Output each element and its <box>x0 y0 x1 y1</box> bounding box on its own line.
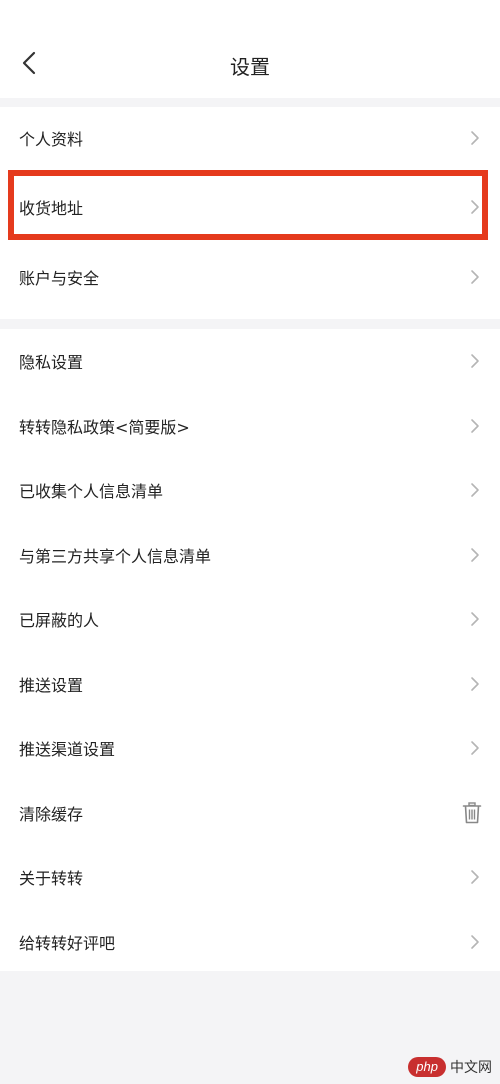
watermark-badge: php <box>408 1057 446 1077</box>
settings-item-label: 与第三方共享个人信息清单 <box>19 546 212 566</box>
chevron-right-icon <box>471 131 479 145</box>
chevron-right-icon <box>471 612 479 627</box>
settings-item-rate-app[interactable]: 给转转好评吧 <box>0 910 500 975</box>
settings-item-shipping-address[interactable]: 收货地址 <box>0 169 500 245</box>
settings-item-label: 关于转转 <box>19 869 84 889</box>
settings-item-profile[interactable]: 个人资料 <box>0 107 500 169</box>
settings-item-label: 已屏蔽的人 <box>19 611 100 631</box>
chevron-right-icon <box>471 418 479 433</box>
settings-item-privacy-policy[interactable]: 转转隐私政策<简要版> <box>0 394 500 459</box>
chevron-right-icon <box>471 870 479 885</box>
chevron-right-icon <box>471 676 479 691</box>
settings-group-account: 个人资料 收货地址 账户与安全 <box>0 107 500 319</box>
header-bar: 设置 <box>0 0 500 98</box>
settings-item-label: 给转转好评吧 <box>19 933 116 953</box>
settings-item-blocked-users[interactable]: 已屏蔽的人 <box>0 587 500 652</box>
settings-item-clear-cache[interactable]: 清除缓存 <box>0 781 500 846</box>
settings-item-privacy[interactable]: 隐私设置 <box>0 329 500 394</box>
settings-item-label: 清除缓存 <box>19 804 84 824</box>
settings-item-push[interactable]: 推送设置 <box>0 652 500 717</box>
settings-item-third-party-sharing[interactable]: 与第三方共享个人信息清单 <box>0 523 500 588</box>
settings-item-about[interactable]: 关于转转 <box>0 845 500 910</box>
chevron-right-icon <box>471 741 479 756</box>
settings-item-label: 个人资料 <box>19 130 84 149</box>
chevron-right-icon <box>471 547 479 562</box>
watermark: php 中文网 <box>408 1056 492 1078</box>
settings-item-label: 转转隐私政策<简要版> <box>19 417 190 437</box>
settings-item-label: 隐私设置 <box>19 353 84 373</box>
settings-item-label: 收货地址 <box>19 199 84 218</box>
chevron-right-icon <box>471 483 479 498</box>
settings-item-collected-info[interactable]: 已收集个人信息清单 <box>0 458 500 523</box>
settings-item-label: 已收集个人信息清单 <box>19 482 164 502</box>
settings-item-label: 推送设置 <box>19 675 84 695</box>
trash-icon[interactable] <box>462 802 482 824</box>
settings-item-label: 推送渠道设置 <box>19 740 116 760</box>
settings-group-general: 隐私设置 转转隐私政策<简要版> 已收集个人信息清单 与第三方共享个人信息清单 … <box>0 329 500 971</box>
page-title: 设置 <box>230 55 270 79</box>
settings-item-push-channel[interactable]: 推送渠道设置 <box>0 716 500 781</box>
chevron-right-icon <box>471 934 479 949</box>
settings-item-account-security[interactable]: 账户与安全 <box>0 245 500 309</box>
settings-item-label: 账户与安全 <box>19 269 100 288</box>
chevron-right-icon <box>471 354 479 369</box>
chevron-right-icon <box>471 200 479 214</box>
watermark-text: 中文网 <box>450 1060 492 1076</box>
chevron-right-icon <box>471 270 479 284</box>
